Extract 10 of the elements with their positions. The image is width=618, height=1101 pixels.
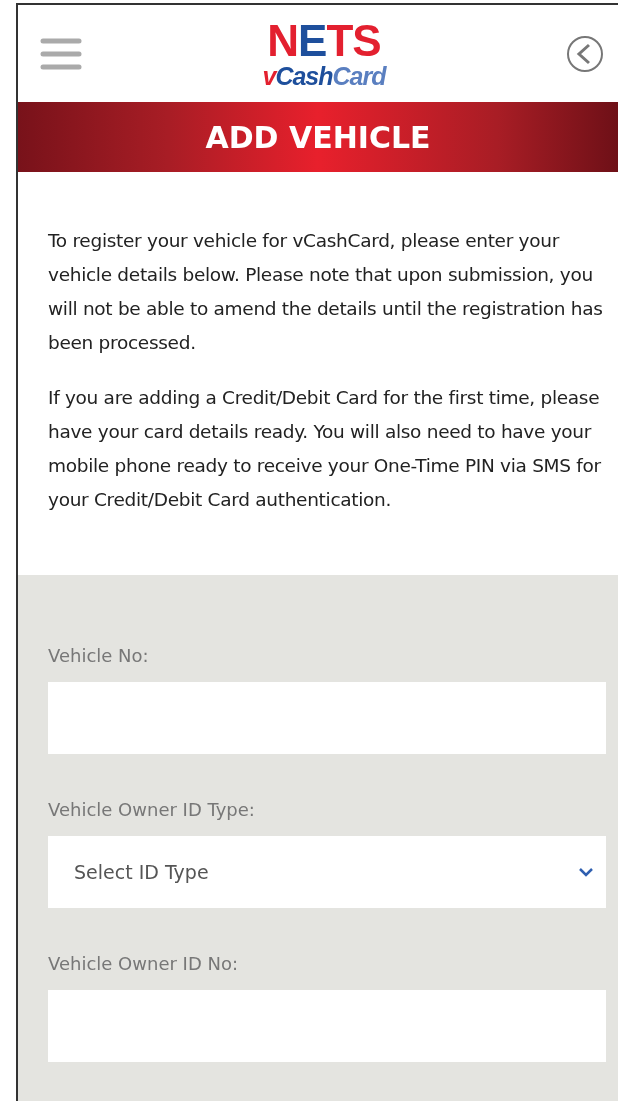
field-label: Vehicle No: bbox=[48, 645, 150, 666]
field-label: Vehicle Owner ID No: bbox=[48, 953, 240, 974]
menu-icon bbox=[40, 37, 82, 70]
field-label: Vehicle Owner ID Type: bbox=[48, 799, 256, 820]
intro-paragraph: To register your vehicle for vCashCard, please enter your vehicle details below. Please note that upon submission, you will not be able to amend the details until the registration has been processed. bbox=[48, 229, 604, 355]
menu-button[interactable] bbox=[40, 37, 82, 70]
intro-paragraph: If you are adding a Credit/Debit Card for the first time, please have your card details ready. You will also need to have your mobile phone ready to receive your One-Time PIN via SMS for your Credit/Debit Card authentication. bbox=[48, 386, 602, 512]
back-icon bbox=[566, 34, 604, 73]
back-button[interactable] bbox=[566, 34, 604, 73]
page-title: ADD VEHICLE bbox=[205, 119, 431, 155]
